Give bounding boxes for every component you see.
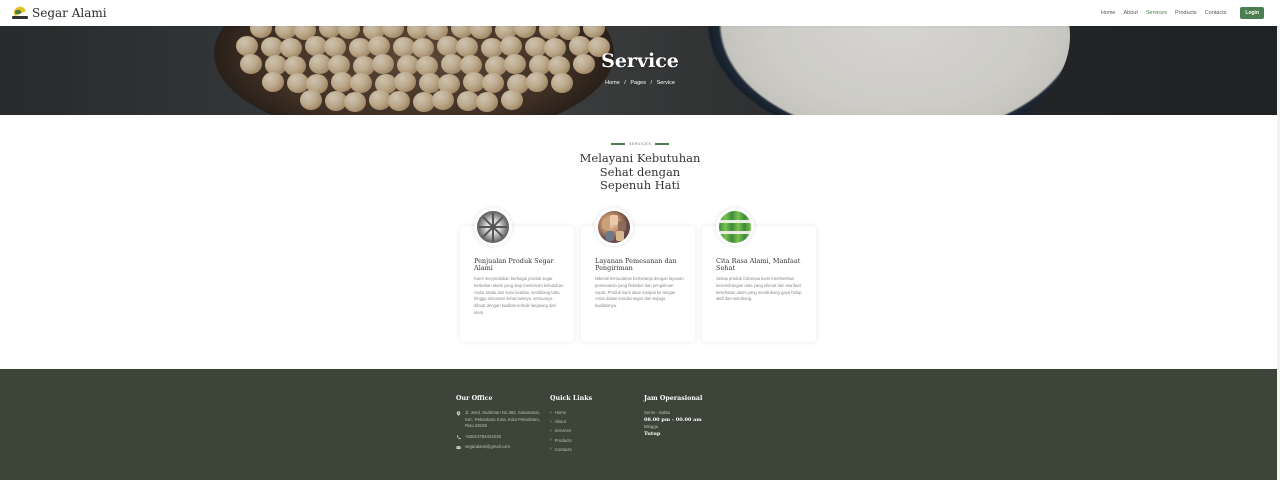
login-button[interactable]: Login <box>1240 7 1264 19</box>
footer-link-label: Home <box>554 410 567 416</box>
chevron-right-icon: › <box>550 409 552 416</box>
footer-office: Our Office Jl. Jend. Sudirman No.382, Su… <box>456 395 540 455</box>
hours-time-sunday: Tutup <box>644 431 661 437</box>
green-bottles-image <box>719 211 751 243</box>
chevron-right-icon: › <box>550 427 552 434</box>
breadcrumb: Home / Pages / Service <box>0 80 1280 86</box>
footer-link-products[interactable]: › Products <box>550 437 620 444</box>
section-title-line: Melayani Kebutuhan <box>579 151 701 165</box>
footer-link-label: About <box>554 419 566 425</box>
footer-address: Jl. Jend. Sudirman No.382, Sukaramai, Ke… <box>456 410 540 430</box>
footer-phone-text: +62813784424230 <box>465 433 501 439</box>
brand-name: Segar Alami <box>32 6 107 20</box>
nav-links: Home About Services Products Contacts Lo… <box>1093 7 1264 19</box>
service-card[interactable]: Penjualan Produk Segar Alami Kami menyed… <box>460 208 574 342</box>
nav-home[interactable]: Home <box>1101 10 1116 16</box>
service-card-description: Nikmati kemudahan berbelanja dengan laya… <box>595 276 684 309</box>
hours-time-weekday: 08.00 pm - 00.00 am <box>644 417 702 423</box>
service-card-title: Penjualan Produk Segar Alami <box>474 257 554 272</box>
footer-link-contacts[interactable]: › Contacts <box>550 446 620 453</box>
service-card-description: Setiap produk Citrarasa kami memberikan … <box>716 276 802 302</box>
footer-address-text: Jl. Jend. Sudirman No.382, Sukaramai, Ke… <box>465 410 541 428</box>
chevron-right-icon: › <box>550 437 552 444</box>
delivery-people-image <box>598 211 630 243</box>
footer-link-about[interactable]: › About <box>550 418 620 425</box>
soymilk-machine-image <box>477 211 509 243</box>
map-pin-icon <box>456 411 461 416</box>
footer-hours: Jam Operasional Senin - Sabtu 08.00 pm -… <box>644 395 724 438</box>
breadcrumb-separator: / <box>650 80 653 86</box>
footer: Our Office Jl. Jend. Sudirman No.382, Su… <box>0 369 1277 480</box>
footer-link-label: Contacts <box>554 446 572 452</box>
section-title-line: Sehat dengan <box>599 164 681 179</box>
navbar: Segar Alami Home About Services Products… <box>0 0 1280 26</box>
nav-about[interactable]: About <box>1123 10 1137 16</box>
hero-banner: Service Home / Pages / Service <box>0 26 1280 115</box>
footer-quick-links: Quick Links › Home › About › Services › Prod… <box>550 395 620 456</box>
footer-link-label: Products <box>554 437 572 443</box>
nav-products[interactable]: Products <box>1175 10 1197 16</box>
breadcrumb-home[interactable]: Home <box>605 80 620 86</box>
envelope-icon <box>456 445 461 449</box>
section-tag-text: SERVICES <box>628 141 652 146</box>
chevron-right-icon: › <box>550 418 552 425</box>
service-card[interactable]: Layanan Pemesanan dan Pengiriman Nikmati… <box>581 208 695 342</box>
breadcrumb-pages[interactable]: Pages <box>630 80 646 86</box>
footer-hours-heading: Jam Operasional <box>644 395 703 402</box>
service-card-description: Kami menyediakan berbagai produk segar b… <box>474 276 564 315</box>
nav-services[interactable]: Services <box>1146 10 1167 16</box>
service-card[interactable]: Cita Rasa Alami, Manfaat Sehat Setiap pr… <box>702 208 816 342</box>
service-card-title: Layanan Pemesanan dan Pengiriman <box>595 257 677 272</box>
section-tag: SERVICES <box>0 141 1280 146</box>
breadcrumb-separator: / <box>624 80 626 86</box>
footer-email-text: segaralami@gmail.com <box>465 444 510 449</box>
service-card-title: Cita Rasa Alami, Manfaat Sehat <box>716 257 801 272</box>
footer-link-services[interactable]: › Services <box>550 427 620 434</box>
breadcrumb-current: Service <box>656 80 675 86</box>
footer-links-heading: Quick Links <box>550 395 593 402</box>
section-title: Melayani Kebutuhan Sehat dengan Sepenuh … <box>0 151 1280 193</box>
page-title: Service <box>601 50 679 72</box>
soy-leaf-logo <box>12 4 28 20</box>
footer-link-home[interactable]: › Home <box>550 409 620 416</box>
service-card-image <box>595 208 633 246</box>
section-title-line: Sepenuh Hati <box>600 178 680 192</box>
phone-icon <box>456 435 461 439</box>
chevron-right-icon: › <box>550 446 552 453</box>
brand[interactable]: Segar Alami <box>12 4 107 20</box>
footer-email[interactable]: segaralami@gmail.com <box>456 444 540 451</box>
service-card-image <box>474 208 512 246</box>
footer-phone[interactable]: +62813784424230 <box>456 434 540 441</box>
nav-contacts[interactable]: Contacts <box>1205 10 1227 16</box>
footer-office-heading: Our Office <box>456 395 493 402</box>
service-card-image <box>716 208 754 246</box>
footer-link-label: Services <box>554 428 572 434</box>
